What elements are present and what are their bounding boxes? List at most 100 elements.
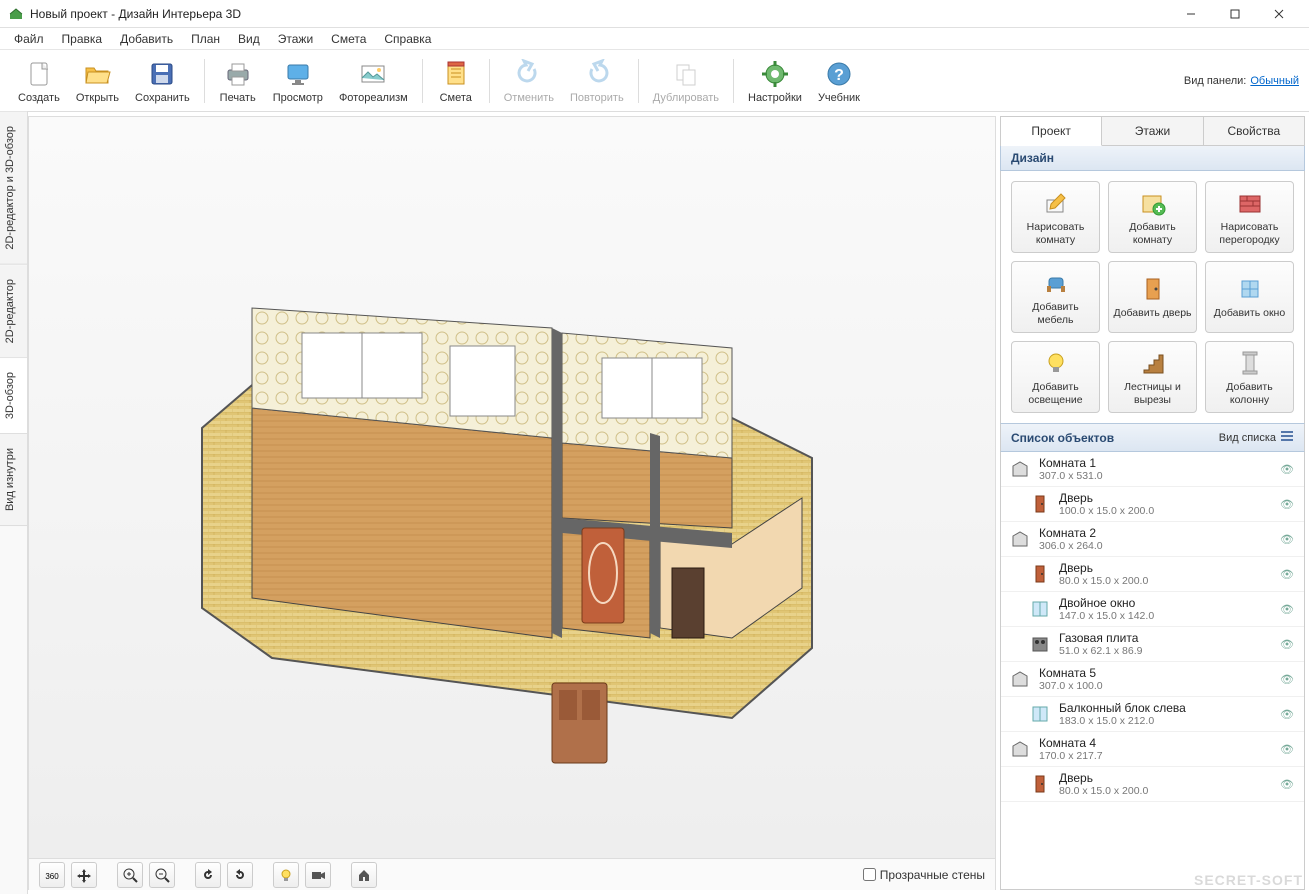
objects-header: Список объектов Вид списка (1000, 423, 1305, 452)
light-button[interactable] (273, 862, 299, 888)
rotate-right-button[interactable] (227, 862, 253, 888)
object-row[interactable]: Дверь100.0 x 15.0 x 200.0👁 (1001, 487, 1304, 522)
room-icon (1009, 738, 1031, 760)
object-row[interactable]: Комната 5307.0 x 100.0👁 (1001, 662, 1304, 697)
preview-button[interactable]: Просмотр (267, 56, 329, 106)
tab-inside-view[interactable]: Вид изнутри (0, 434, 27, 526)
menu-floors[interactable]: Этажи (270, 30, 321, 48)
object-dims: 51.0 x 62.1 x 86.9 (1059, 645, 1280, 657)
svg-text:?: ? (834, 67, 844, 84)
visibility-toggle[interactable]: 👁 (1280, 638, 1296, 651)
tab-3d-view[interactable]: 3D-обзор (0, 358, 27, 434)
object-name: Газовая плита (1059, 631, 1280, 645)
canvas-3d[interactable] (29, 117, 995, 858)
menu-plan[interactable]: План (183, 30, 228, 48)
app-icon (8, 6, 24, 22)
rotate-360-button[interactable]: 360 (39, 862, 65, 888)
tab-project[interactable]: Проект (1001, 117, 1102, 146)
print-button[interactable]: Печать (213, 56, 263, 106)
minimize-button[interactable] (1169, 0, 1213, 28)
door-icon (1029, 563, 1051, 585)
menu-estimate[interactable]: Смета (323, 30, 374, 48)
add-furniture-button[interactable]: Добавить мебель (1011, 261, 1100, 333)
stairs-button[interactable]: Лестницы и вырезы (1108, 341, 1197, 413)
pencil-room-icon (1041, 188, 1071, 218)
object-dims: 80.0 x 15.0 x 200.0 (1059, 575, 1280, 587)
object-dims: 307.0 x 531.0 (1039, 470, 1280, 482)
object-row[interactable]: Газовая плита51.0 x 62.1 x 86.9👁 (1001, 627, 1304, 662)
tab-floors[interactable]: Этажи (1102, 117, 1203, 146)
menu-add[interactable]: Добавить (112, 30, 181, 48)
draw-room-button[interactable]: Нарисовать комнату (1011, 181, 1100, 253)
transparent-walls-input[interactable] (863, 868, 876, 881)
visibility-toggle[interactable]: 👁 (1280, 743, 1296, 756)
close-button[interactable] (1257, 0, 1301, 28)
titlebar: Новый проект - Дизайн Интерьера 3D (0, 0, 1309, 28)
rotate-left-button[interactable] (195, 862, 221, 888)
brick-wall-icon (1235, 188, 1265, 218)
redo-button[interactable]: Повторить (564, 56, 630, 106)
object-row[interactable]: Дверь80.0 x 15.0 x 200.0👁 (1001, 557, 1304, 592)
camera-button[interactable] (305, 862, 331, 888)
list-view-icon[interactable] (1280, 429, 1294, 446)
object-name: Двойное окно (1059, 596, 1280, 610)
panel-mode-link[interactable]: Обычный (1250, 75, 1299, 87)
object-list[interactable]: Комната 1307.0 x 531.0👁Дверь100.0 x 15.0… (1000, 452, 1305, 890)
menu-edit[interactable]: Правка (54, 30, 111, 48)
add-column-button[interactable]: Добавить колонну (1205, 341, 1294, 413)
tab-2d3d-combo[interactable]: 2D-редактор и 3D-обзор (0, 112, 27, 265)
tutorial-button[interactable]: ?Учебник (812, 56, 866, 106)
save-button[interactable]: Сохранить (129, 56, 196, 106)
visibility-toggle[interactable]: 👁 (1280, 708, 1296, 721)
add-room-icon (1138, 188, 1168, 218)
duplicate-button[interactable]: Дублировать (647, 56, 725, 106)
home-button[interactable] (351, 862, 377, 888)
visibility-toggle[interactable]: 👁 (1280, 463, 1296, 476)
object-dims: 100.0 x 15.0 x 200.0 (1059, 505, 1280, 517)
open-button[interactable]: Открыть (70, 56, 125, 106)
visibility-toggle[interactable]: 👁 (1280, 533, 1296, 546)
tab-2d-editor[interactable]: 2D-редактор (0, 265, 27, 358)
object-name: Дверь (1059, 491, 1280, 505)
visibility-toggle[interactable]: 👁 (1280, 603, 1296, 616)
add-window-button[interactable]: Добавить окно (1205, 261, 1294, 333)
zoom-out-button[interactable] (149, 862, 175, 888)
add-door-button[interactable]: Добавить дверь (1108, 261, 1197, 333)
visibility-toggle[interactable]: 👁 (1280, 568, 1296, 581)
object-row[interactable]: Балконный блок слева183.0 x 15.0 x 212.0… (1001, 697, 1304, 732)
lightbulb-icon (1041, 348, 1071, 378)
transparent-walls-checkbox[interactable]: Прозрачные стены (863, 868, 985, 882)
menu-help[interactable]: Справка (376, 30, 439, 48)
photo-icon (357, 58, 389, 90)
menu-view[interactable]: Вид (230, 30, 268, 48)
estimate-button[interactable]: Смета (431, 56, 481, 106)
maximize-button[interactable] (1213, 0, 1257, 28)
tab-properties[interactable]: Свойства (1204, 117, 1304, 146)
design-header: Дизайн (1000, 146, 1305, 171)
settings-button[interactable]: Настройки (742, 56, 808, 106)
watermark: SECRET-SOFT (1194, 872, 1303, 888)
add-light-button[interactable]: Добавить освещение (1011, 341, 1100, 413)
add-room-button[interactable]: Добавить комнату (1108, 181, 1197, 253)
object-row[interactable]: Комната 4170.0 x 217.7👁 (1001, 732, 1304, 767)
visibility-toggle[interactable]: 👁 (1280, 778, 1296, 791)
object-dims: 183.0 x 15.0 x 212.0 (1059, 715, 1280, 727)
room-icon (1009, 458, 1031, 480)
menu-file[interactable]: Файл (6, 30, 52, 48)
object-dims: 306.0 x 264.0 (1039, 540, 1280, 552)
object-row[interactable]: Дверь80.0 x 15.0 x 200.0👁 (1001, 767, 1304, 802)
window-icon (1235, 274, 1265, 304)
object-row[interactable]: Комната 2306.0 x 264.0👁 (1001, 522, 1304, 557)
pan-button[interactable] (71, 862, 97, 888)
file-new-icon (23, 58, 55, 90)
visibility-toggle[interactable]: 👁 (1280, 673, 1296, 686)
undo-button[interactable]: Отменить (498, 56, 560, 106)
draw-partition-button[interactable]: Нарисовать перегородку (1205, 181, 1294, 253)
stairs-icon (1138, 348, 1168, 378)
visibility-toggle[interactable]: 👁 (1280, 498, 1296, 511)
photoreal-button[interactable]: Фотореализм (333, 56, 414, 106)
object-row[interactable]: Комната 1307.0 x 531.0👁 (1001, 452, 1304, 487)
object-row[interactable]: Двойное окно147.0 x 15.0 x 142.0👁 (1001, 592, 1304, 627)
new-button[interactable]: Создать (12, 56, 66, 106)
zoom-in-button[interactable] (117, 862, 143, 888)
